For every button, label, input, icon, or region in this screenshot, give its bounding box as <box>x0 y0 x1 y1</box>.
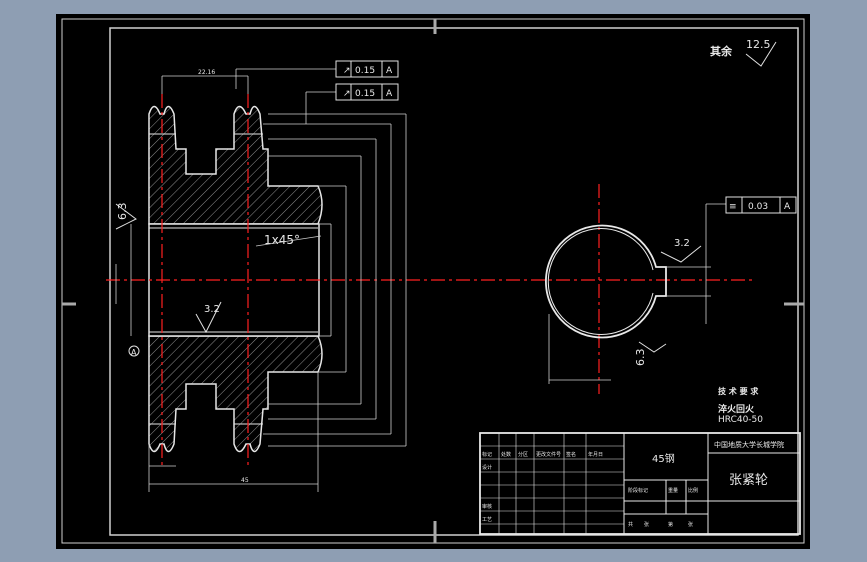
roughness-left: 6.3 <box>115 203 137 230</box>
surface-finish-note: 其余 12.5 <box>710 38 777 67</box>
tolerance-frame-2: ↗ 0.15 A <box>335 83 399 101</box>
svg-text:HRC40-50: HRC40-50 <box>718 415 763 425</box>
svg-text:3.2: 3.2 <box>204 304 220 315</box>
svg-text:6.3: 6.3 <box>116 203 129 221</box>
drawing-canvas: ↗ 0.15 A ↗ 0.15 A 22.16 45 1x45° 3.2 6.3 <box>61 18 805 544</box>
svg-text:0.03: 0.03 <box>748 202 768 212</box>
svg-text:分区: 分区 <box>518 451 528 458</box>
tol1-datum: A <box>386 66 393 76</box>
tol2-value: 0.15 <box>355 89 375 99</box>
svg-text:设计: 设计 <box>482 464 492 471</box>
svg-text:3.2: 3.2 <box>674 238 690 249</box>
svg-text:A: A <box>784 202 791 212</box>
cad-viewport: ↗ 0.15 A ↗ 0.15 A 22.16 45 1x45° 3.2 6.3 <box>56 14 810 549</box>
sprocket-section-view: ↗ 0.15 A ↗ 0.15 A 22.16 45 1x45° 3.2 6.3 <box>106 60 756 492</box>
svg-text:标记: 标记 <box>482 451 492 458</box>
svg-text:技 术 要 求: 技 术 要 求 <box>718 386 759 396</box>
svg-text:≡: ≡ <box>729 202 737 212</box>
svg-text:淬火回火: 淬火回火 <box>718 403 755 415</box>
svg-text:共: 共 <box>628 521 633 528</box>
dim-top: 22.16 <box>198 69 215 76</box>
svg-text:比例: 比例 <box>688 487 698 494</box>
svg-text:A: A <box>131 348 137 357</box>
svg-text:阶段标记: 阶段标记 <box>628 487 648 494</box>
svg-text:签名: 签名 <box>566 451 576 458</box>
svg-text:张: 张 <box>644 521 649 528</box>
material-label: 45钢 <box>652 452 675 465</box>
svg-text:工艺: 工艺 <box>482 517 492 523</box>
svg-text:处数: 处数 <box>501 451 511 458</box>
bore-end-view: ≡ 0.03 A 3.2 6.3 <box>545 184 797 394</box>
svg-text:6.3: 6.3 <box>634 349 647 367</box>
technical-requirements: 技 术 要 求 淬火回火 HRC40-50 <box>718 386 763 425</box>
svg-text:更改文件号: 更改文件号 <box>536 451 561 458</box>
svg-text:其余: 其余 <box>710 44 733 58</box>
svg-text:第: 第 <box>668 521 673 528</box>
svg-text:12.5: 12.5 <box>746 38 771 51</box>
roughness-key: 3.2 <box>660 238 702 263</box>
dim-bottom: 45 <box>241 477 249 484</box>
svg-text:↗: ↗ <box>343 89 351 99</box>
svg-text:重量: 重量 <box>668 487 678 494</box>
tol2-datum: A <box>386 89 393 99</box>
tolerance-frame-1: ↗ 0.15 A <box>335 60 399 78</box>
roughness-bottom: 6.3 <box>634 341 667 367</box>
svg-text:审核: 审核 <box>482 503 492 510</box>
company-label: 中国地质大学长城学院 <box>714 440 784 449</box>
tol1-value: 0.15 <box>355 66 375 76</box>
svg-text:↗: ↗ <box>343 66 351 76</box>
svg-text:张: 张 <box>688 521 693 528</box>
drawing-title: 张紧轮 <box>729 473 768 488</box>
svg-text:年月日: 年月日 <box>588 451 603 458</box>
tolerance-frame-3: ≡ 0.03 A <box>725 196 797 214</box>
